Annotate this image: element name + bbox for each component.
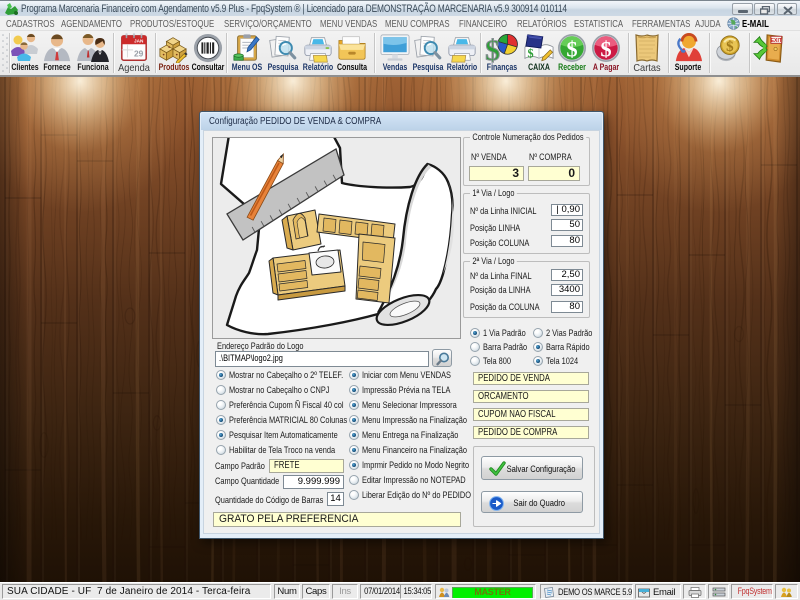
svg-text:29: 29	[134, 48, 144, 58]
svg-text:$: $	[600, 36, 611, 61]
svg-text:EXIT: EXIT	[771, 38, 783, 44]
svg-text:$: $	[726, 39, 734, 55]
svg-text:$: $	[485, 34, 500, 63]
svg-text:$: $	[566, 36, 577, 61]
svg-text:$: $	[528, 46, 534, 60]
svg-text:JAN: JAN	[134, 38, 144, 43]
